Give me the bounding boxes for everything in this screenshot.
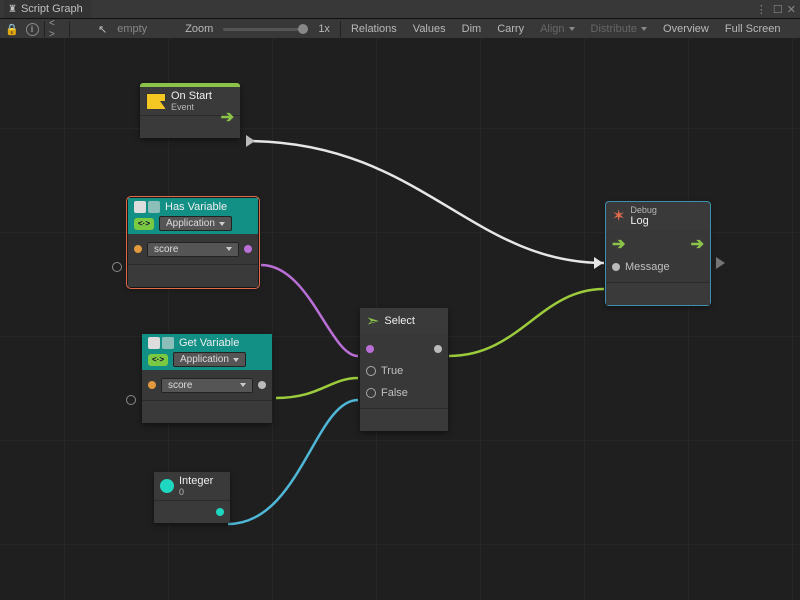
values-button[interactable]: Values xyxy=(407,21,452,37)
integer-value: 0 xyxy=(179,487,213,497)
breadcrumb-empty[interactable]: empty xyxy=(111,21,153,37)
zoom-label: Zoom xyxy=(179,21,219,37)
scope-dropdown[interactable]: Application xyxy=(173,352,246,367)
node-subtitle: Event xyxy=(171,102,212,112)
flow-in-port[interactable] xyxy=(594,257,603,269)
chevron-down-icon xyxy=(240,383,246,387)
overview-button[interactable]: Overview xyxy=(657,21,715,37)
node-title: Log xyxy=(630,215,657,227)
bug-icon: ✶ xyxy=(612,206,625,226)
result-output-port[interactable] xyxy=(434,345,442,353)
message-label: Message xyxy=(625,261,670,273)
align-button[interactable]: Align xyxy=(534,21,580,37)
node-integer[interactable]: Integer 0 xyxy=(154,472,230,523)
node-on-start[interactable]: On Start Event ➔ xyxy=(140,83,240,138)
node-select[interactable]: ➣ Select True False xyxy=(360,308,448,431)
zoom-slider[interactable] xyxy=(223,28,308,31)
scope-icon: <·> xyxy=(134,218,154,230)
node-has-variable[interactable]: Has Variable <·> Application score xyxy=(128,198,258,287)
node-debug-log[interactable]: ✶ Debug Log ➔ ➔ Message xyxy=(606,202,710,305)
merge-icon: ➣ xyxy=(366,311,379,331)
node-get-variable[interactable]: Get Variable <·> Application score xyxy=(142,334,272,423)
node-title: Has Variable xyxy=(165,201,227,213)
node-title: On Start xyxy=(171,90,212,102)
window-tab[interactable]: ♜ Script Graph xyxy=(4,0,91,18)
zoom-thumb[interactable] xyxy=(298,24,308,34)
node-title: Select xyxy=(384,315,415,327)
chevron-down-icon xyxy=(219,222,225,226)
wand-icon: ↖ xyxy=(98,24,107,36)
relations-button[interactable]: Relations xyxy=(345,21,403,37)
scope-icon: <·> xyxy=(148,354,168,366)
selector-input-port[interactable] xyxy=(366,345,374,353)
bool-output-port[interactable] xyxy=(244,245,252,253)
lock-icon: 🔒 xyxy=(5,23,19,36)
toolbar: 🔒 i < > ↖ empty Zoom 1x Relations Values… xyxy=(0,19,800,40)
variable-name-dropdown[interactable]: score xyxy=(161,378,253,393)
window-menu-icon[interactable]: ⋮ xyxy=(756,3,769,16)
lock-button[interactable]: 🔒 xyxy=(4,21,20,37)
info-icon: i xyxy=(26,23,39,36)
graph-canvas[interactable]: On Start Event ➔ Has Variable <·> Applic… xyxy=(0,38,800,600)
true-input-port[interactable] xyxy=(366,366,376,376)
scope-dropdown[interactable]: Application xyxy=(159,216,232,231)
node-title: Integer xyxy=(179,475,213,487)
variable-icon xyxy=(134,201,160,213)
code-brackets-button[interactable]: < > xyxy=(49,21,65,37)
integer-output-port[interactable] xyxy=(216,508,224,516)
true-label: True xyxy=(381,365,403,377)
chevron-down-icon xyxy=(226,247,232,251)
node-overline: Debug xyxy=(630,205,657,215)
variable-icon xyxy=(148,337,174,349)
variable-name-dropdown[interactable]: score xyxy=(147,242,239,257)
window-titlebar: ♜ Script Graph ⋮ ☐ ✕ xyxy=(0,0,800,19)
flow-out-port[interactable] xyxy=(716,257,725,269)
fullscreen-button[interactable]: Full Screen xyxy=(719,21,787,37)
flag-icon xyxy=(146,93,166,110)
zoom-value: 1x xyxy=(312,21,336,37)
name-input-port[interactable] xyxy=(134,245,142,253)
hierarchy-icon: ♜ xyxy=(8,4,17,15)
code-brackets-icon: < > xyxy=(49,18,65,40)
dim-button[interactable]: Dim xyxy=(456,21,488,37)
input-flow-port[interactable] xyxy=(112,262,122,272)
chevron-down-icon xyxy=(233,358,239,362)
name-input-port[interactable] xyxy=(148,381,156,389)
info-button[interactable]: i xyxy=(24,21,40,37)
node-title: Get Variable xyxy=(179,337,239,349)
flow-out-port[interactable] xyxy=(246,135,255,147)
false-input-port[interactable] xyxy=(366,388,376,398)
message-input-port[interactable] xyxy=(612,263,620,271)
integer-type-icon xyxy=(160,479,174,493)
wand-button[interactable]: ↖ xyxy=(98,23,107,36)
value-output-port[interactable] xyxy=(258,381,266,389)
window-title: Script Graph xyxy=(21,3,83,15)
input-extra-port[interactable] xyxy=(126,395,136,405)
false-label: False xyxy=(381,387,408,399)
window-close-icon[interactable]: ✕ xyxy=(787,3,796,16)
distribute-button[interactable]: Distribute xyxy=(585,21,653,37)
window-maximize-icon[interactable]: ☐ xyxy=(773,3,783,16)
carry-button[interactable]: Carry xyxy=(491,21,530,37)
